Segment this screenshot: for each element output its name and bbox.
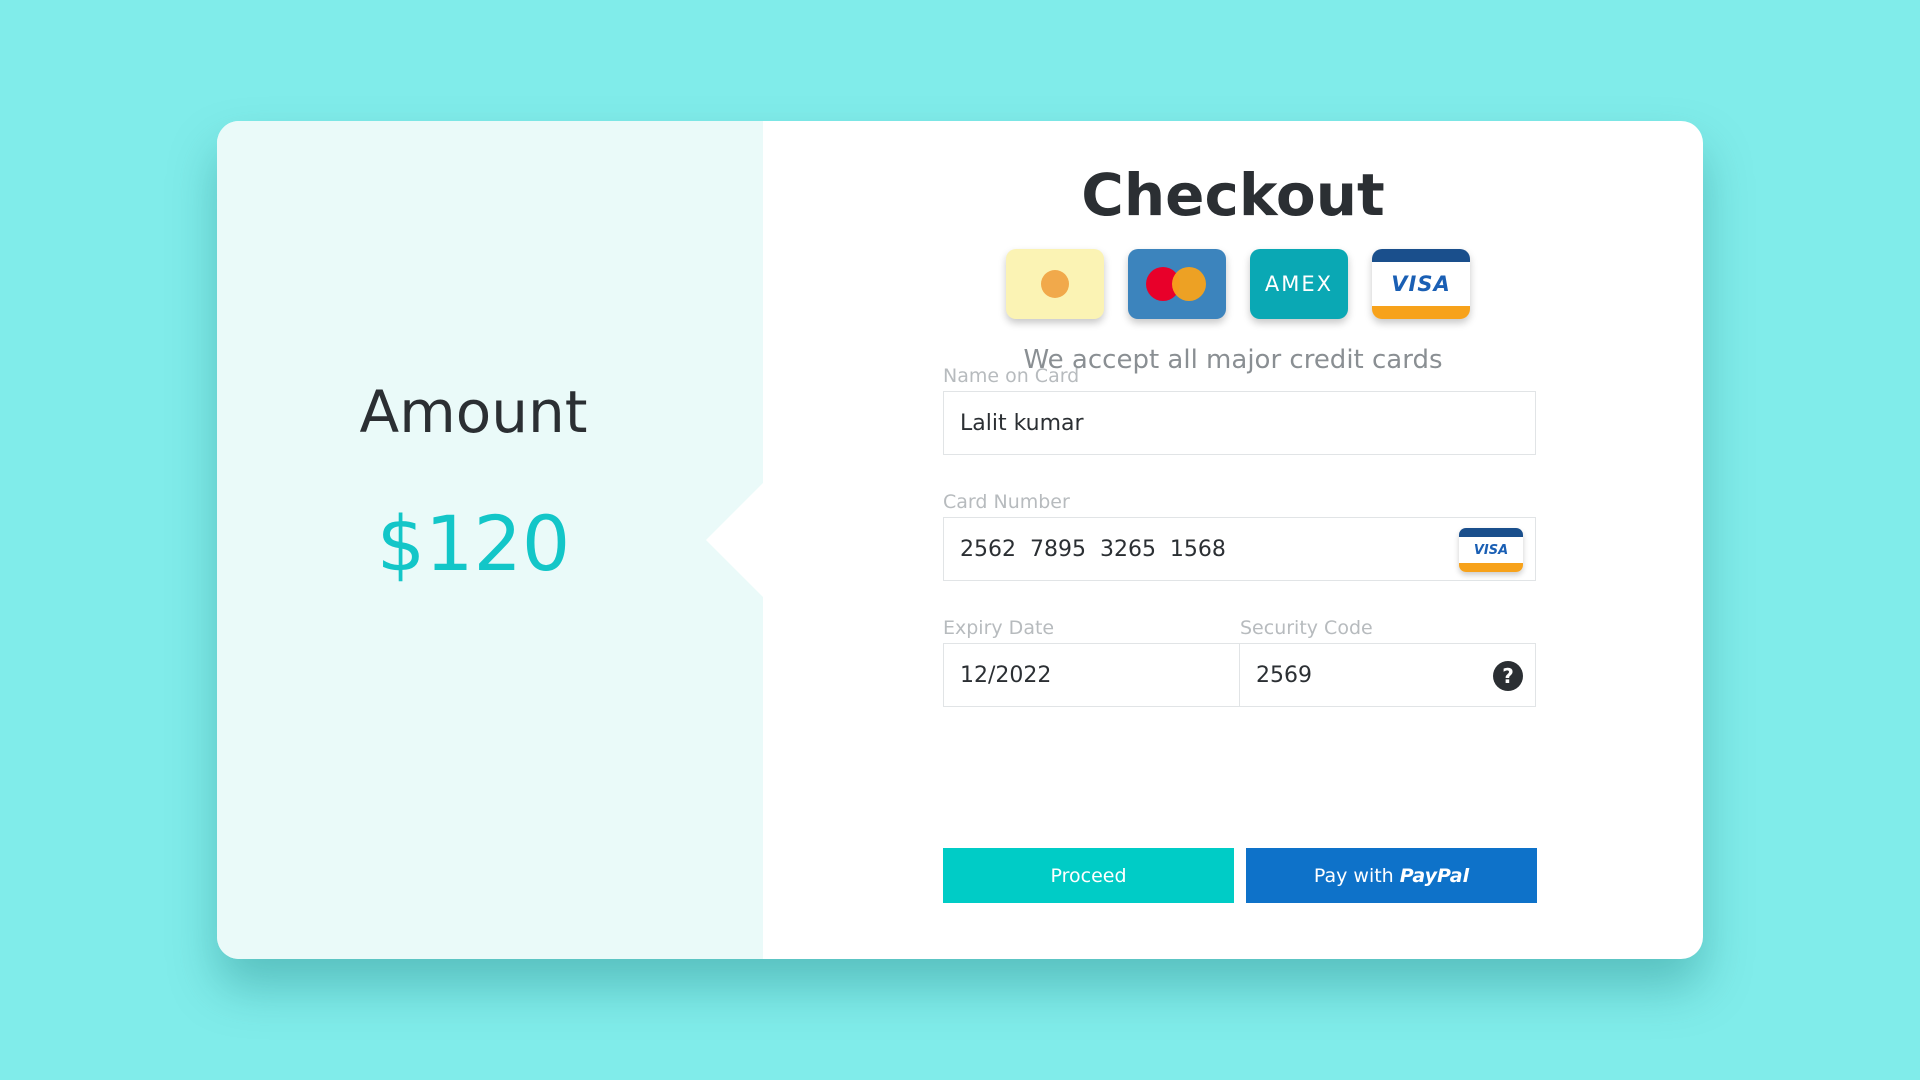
card-number-field[interactable]: VISA [943, 517, 1536, 581]
security-code-input[interactable] [1240, 644, 1535, 706]
mastercard-icon [1128, 249, 1226, 319]
checkout-title: Checkout [1081, 161, 1385, 229]
amex-text: AMEX [1264, 272, 1334, 296]
expiry-date-label: Expiry Date [943, 617, 1055, 639]
amex-icon: AMEX [1250, 249, 1348, 319]
checkout-card: Amount $120 Checkout AMEX VISA We accept… [217, 121, 1703, 959]
visa-bottom-band [1372, 306, 1470, 319]
security-code-label: Security Code [1240, 617, 1373, 639]
visa-top-band [1459, 528, 1523, 537]
proceed-button[interactable]: Proceed [943, 848, 1234, 903]
amount-value: $120 [376, 499, 571, 588]
card-chip-dot [1041, 270, 1069, 298]
amount-panel: Amount $120 [217, 121, 763, 959]
name-on-card-input[interactable] [944, 392, 1535, 454]
expiry-date-input[interactable] [944, 644, 1239, 706]
security-code-field[interactable]: ? [1239, 643, 1536, 707]
visa-text: VISA [1391, 272, 1451, 296]
paypal-button[interactable]: Pay with PayPal [1246, 848, 1537, 903]
visa-top-band [1372, 249, 1470, 262]
mastercard-orange-circle [1172, 267, 1206, 301]
expiry-date-field[interactable] [943, 643, 1240, 707]
generic-card-icon [1006, 249, 1104, 319]
name-on-card-field[interactable] [943, 391, 1536, 455]
paypal-brand: PayPal [1399, 864, 1470, 887]
visa-bottom-band [1459, 563, 1523, 572]
amount-label: Amount [359, 378, 588, 446]
card-number-input[interactable] [944, 518, 1535, 580]
help-icon[interactable]: ? [1493, 661, 1523, 691]
name-on-card-label: Name on Card [943, 365, 1080, 387]
accept-text: We accept all major credit cards [1023, 345, 1443, 375]
visa-icon: VISA [1459, 528, 1523, 572]
accepted-cards: AMEX VISA [1006, 249, 1470, 319]
proceed-button-label: Proceed [1050, 864, 1127, 887]
paypal-button-prefix: Pay with [1313, 864, 1394, 887]
visa-text: VISA [1473, 542, 1509, 558]
visa-icon: VISA [1372, 249, 1470, 319]
panel-notch [706, 482, 764, 598]
card-number-label: Card Number [943, 491, 1070, 513]
page: Amount $120 Checkout AMEX VISA We accept… [0, 0, 1920, 1080]
